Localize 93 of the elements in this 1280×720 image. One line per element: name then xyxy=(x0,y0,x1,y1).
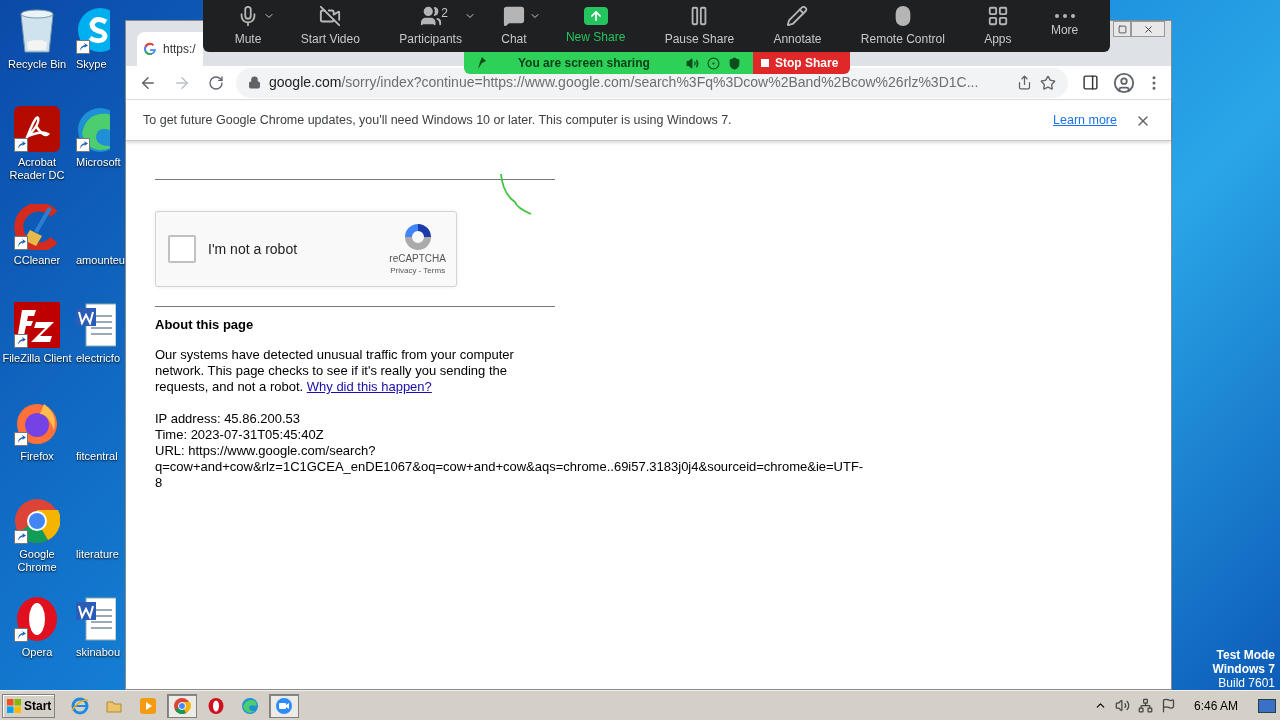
start-button[interactable]: Start xyxy=(2,693,56,718)
toolbar-button[interactable]: Participants 2 xyxy=(391,0,470,52)
stop-share-button[interactable]: Stop Share xyxy=(753,52,850,74)
pdf-reader-icon xyxy=(14,106,60,152)
zoom-icon[interactable] xyxy=(275,696,294,715)
media-player-icon[interactable] xyxy=(139,696,158,715)
pen-stroke xyxy=(499,172,533,216)
toolbar-button[interactable]: Remote Control xyxy=(852,0,953,52)
stop-icon xyxy=(761,59,769,67)
toolbar-button[interactable]: More xyxy=(1042,0,1087,52)
pencil-icon xyxy=(786,4,809,27)
taskbar-app[interactable] xyxy=(269,693,300,718)
side-panel-icon[interactable] xyxy=(1082,74,1099,91)
explanation-paragraph: Our systems have detected unusual traffic from your computer network. This page checks to see if it's really you sending the requests, and not a robot. Why did this happen? xyxy=(155,347,515,395)
detail-line: URL: https://www.google.com/search?q=cow+and+cow&rlz=1C1GCEA_enDE1067&oq=cow+and+cow&aqs=chrome..69i57.3183j0j4&sourceid=chrome&ie=UTF-8 xyxy=(155,443,865,491)
toolbar-button[interactable]: Annotate xyxy=(765,0,830,52)
show-desktop-button[interactable] xyxy=(1258,698,1276,713)
tab-title: https:/ xyxy=(163,41,196,58)
record-icon[interactable] xyxy=(707,56,720,70)
clock[interactable]: 6:46 AM xyxy=(1193,696,1238,715)
chrome-icon[interactable] xyxy=(173,696,192,715)
internet-explorer-icon[interactable] xyxy=(71,696,90,715)
link-separator: - xyxy=(417,266,423,275)
shield-icon[interactable] xyxy=(728,56,741,70)
windows-logo-icon xyxy=(6,697,22,714)
section-heading: About this page xyxy=(155,317,255,333)
desktop-icon-label[interactable]: CCleaner xyxy=(13,254,61,267)
toolbar-button[interactable]: Mute xyxy=(226,0,270,52)
why-link[interactable]: Why did this happen? xyxy=(306,379,432,394)
terms-link[interactable]: Terms xyxy=(423,266,446,275)
more-icon xyxy=(1054,13,1075,18)
edge-icon[interactable] xyxy=(241,696,260,715)
privacy-link[interactable]: Privacy xyxy=(390,266,417,275)
volume-icon[interactable] xyxy=(1114,698,1130,713)
desktop-icon-label[interactable]: Acrobat Reader DC xyxy=(0,156,74,182)
participant-count: 2 xyxy=(441,5,448,22)
video-off-icon xyxy=(319,4,342,27)
desktop-icon-label[interactable]: Firefox xyxy=(20,450,54,463)
lock-icon xyxy=(248,76,261,89)
ccleaner-icon xyxy=(14,204,60,250)
desktop-icon-label[interactable]: amounteu xyxy=(76,254,125,267)
desktop-icon-label[interactable]: electricfo xyxy=(76,352,121,365)
learn-more-link[interactable]: Learn more xyxy=(1053,111,1117,130)
desktop-icon-label[interactable]: Microsoft xyxy=(76,156,121,169)
bookmark-star-icon[interactable] xyxy=(1040,74,1056,91)
desktop-icon-label[interactable]: FileZilla Client xyxy=(2,352,72,365)
toolbar-button[interactable]: New Share xyxy=(557,0,634,52)
desktop-icon-label[interactable]: Recycle Bin xyxy=(7,58,67,71)
filezilla-icon xyxy=(14,302,60,348)
desktop-icon-label[interactable]: Skype xyxy=(76,58,107,71)
windows-version-text: Test Mode xyxy=(1216,648,1275,662)
desktop-icon-label[interactable]: Google Chrome xyxy=(0,548,74,574)
browser-tab[interactable]: https:/ xyxy=(137,32,203,66)
profile-icon[interactable] xyxy=(1113,71,1135,94)
desktop-icon-label[interactable]: Opera xyxy=(21,646,53,659)
windows-version-text: Build 7601 xyxy=(1218,676,1275,690)
captcha-label: I'm not a robot xyxy=(208,241,299,257)
document-icon xyxy=(76,302,116,348)
windows-version-text: Windows 7 xyxy=(1212,662,1275,676)
speaker-icon[interactable] xyxy=(686,56,699,70)
recycle-bin-icon xyxy=(17,8,57,54)
toolbar-button[interactable]: Pause Share xyxy=(656,0,743,52)
desktop-icon-label[interactable]: literature xyxy=(76,548,119,561)
apps-grid-icon xyxy=(986,4,1009,27)
toolbar-button[interactable]: Start Video xyxy=(292,0,368,52)
close-button[interactable] xyxy=(1131,21,1165,37)
google-logo-icon xyxy=(143,42,157,56)
restore-icon xyxy=(1117,24,1127,34)
toolbar-button[interactable]: Apps xyxy=(976,0,1020,52)
detail-line: Time: 2023-07-31T05:45:40Z xyxy=(155,427,325,443)
url-host: google.com xyxy=(269,74,342,90)
detail-line: IP address: 45.86.200.53 xyxy=(155,411,302,427)
taskbar-app[interactable] xyxy=(167,693,198,718)
desktop-icon-label[interactable]: skinabou xyxy=(76,646,121,659)
reload-icon xyxy=(208,74,224,91)
document-icon xyxy=(76,596,116,642)
pin-icon xyxy=(476,57,486,69)
chrome-icon xyxy=(14,498,60,544)
flag-icon[interactable] xyxy=(1160,698,1176,713)
chat-bubble-icon xyxy=(502,4,525,27)
opera-icon[interactable] xyxy=(207,696,226,715)
infobar-message: To get future Google Chrome updates, you'll need Windows 10 or later. This computer is using Windows 7. xyxy=(143,112,733,130)
close-icon xyxy=(1142,23,1154,35)
share-icon[interactable] xyxy=(1017,75,1032,90)
recaptcha-brand: reCAPTCHA xyxy=(389,253,446,265)
restore-button[interactable] xyxy=(1113,21,1131,37)
network-icon[interactable] xyxy=(1137,698,1153,713)
url-path: /sorry/index?continue=https://www.google.com/search%3Fq%3Dcow%2Band%2Bcow%26rlz%3D1C... xyxy=(341,74,979,90)
toolbar-button[interactable]: Chat xyxy=(493,0,535,52)
people-icon xyxy=(419,4,442,27)
desktop-icon-label[interactable]: fitcentral xyxy=(76,450,118,463)
opera-icon xyxy=(14,596,60,642)
captcha-checkbox[interactable] xyxy=(168,235,196,263)
